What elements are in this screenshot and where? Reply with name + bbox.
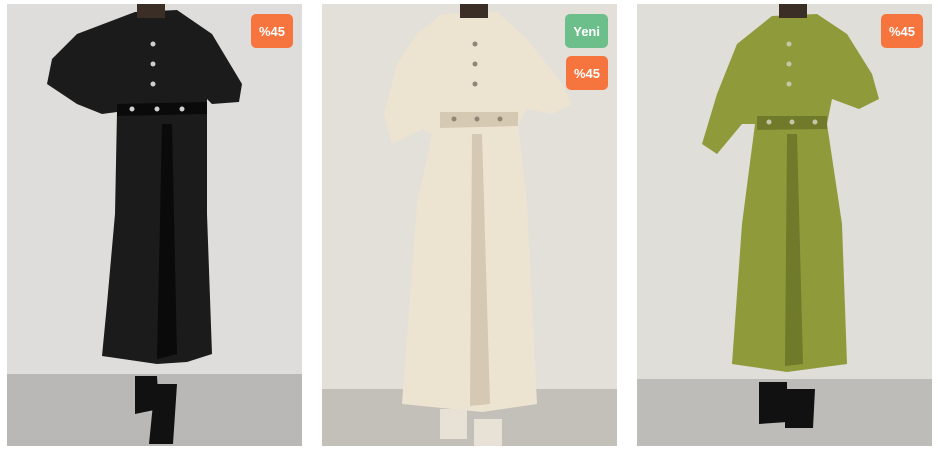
badge-stack: %45 [250, 14, 293, 48]
discount-badge: %45 [250, 14, 293, 48]
product-card-black-dress[interactable]: %45 [7, 4, 302, 446]
badge-stack: %45 [880, 14, 923, 48]
product-card-cream-dress[interactable]: Yeni %45 [322, 4, 617, 446]
discount-badge: %45 [565, 56, 608, 90]
product-grid: %45 Yeni %45 %45 [0, 0, 940, 456]
product-image[interactable] [7, 4, 302, 446]
new-badge: Yeni [565, 14, 608, 48]
discount-badge: %45 [880, 14, 923, 48]
badge-stack: Yeni %45 [565, 14, 608, 90]
product-card-olive-dress[interactable]: %45 [637, 4, 932, 446]
product-image[interactable] [637, 4, 932, 446]
